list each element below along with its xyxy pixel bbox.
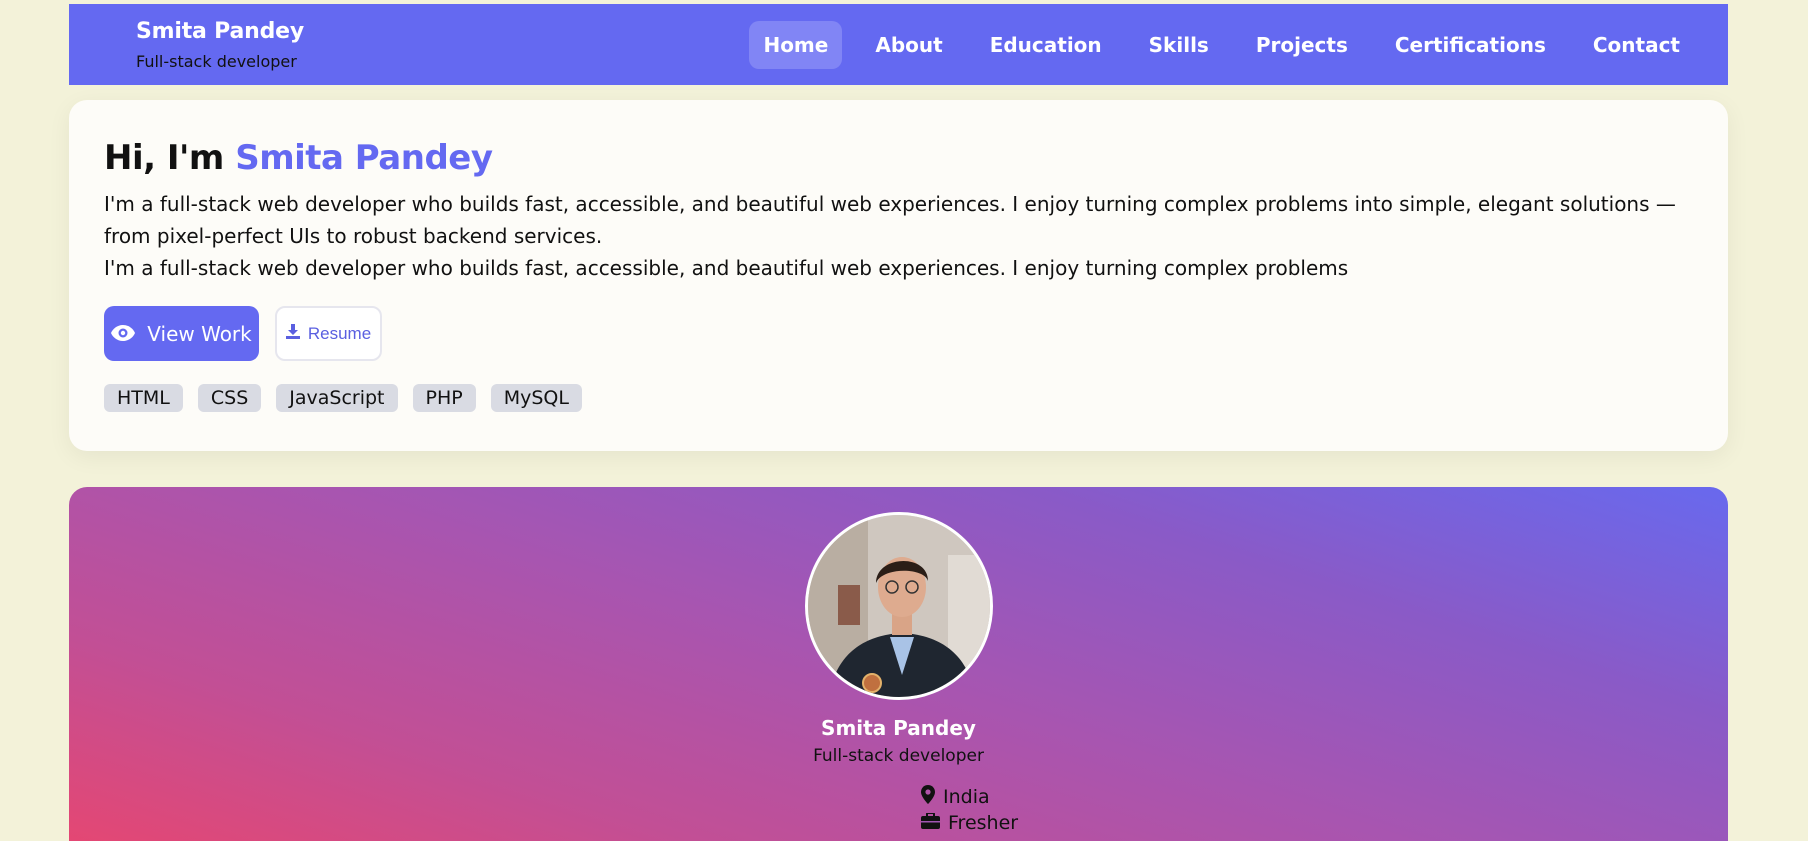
hero-heading: Hi, I'm Smita Pandey xyxy=(104,138,1693,178)
nav-projects[interactable]: Projects xyxy=(1242,21,1362,69)
top-navbar: Smita Pandey Full-stack developer Home A… xyxy=(69,4,1728,85)
skill-tags: HTML CSS JavaScript PHP MySQL xyxy=(104,384,1693,412)
profile-card: Smita Pandey Full-stack developer India … xyxy=(69,487,1728,841)
avatar xyxy=(805,512,993,700)
experience-text: Fresher xyxy=(948,812,1019,834)
hero-name: Smita Pandey xyxy=(235,138,493,178)
profile-name: Smita Pandey xyxy=(821,716,976,740)
view-work-button[interactable]: View Work xyxy=(104,306,259,361)
nav-skills[interactable]: Skills xyxy=(1135,21,1223,69)
map-pin-icon xyxy=(921,785,935,809)
brand[interactable]: Smita Pandey Full-stack developer xyxy=(136,19,304,71)
nav-education[interactable]: Education xyxy=(976,21,1116,69)
location-row: India xyxy=(921,785,990,809)
main-nav: Home About Education Skills Projects Cer… xyxy=(749,20,1694,69)
download-icon xyxy=(285,323,300,344)
nav-contact[interactable]: Contact xyxy=(1579,21,1694,69)
eye-icon xyxy=(111,322,136,346)
skill-tag: PHP xyxy=(412,384,476,412)
hero-card: Hi, I'm Smita Pandey I'm a full-stack we… xyxy=(69,100,1728,451)
hero-intro: I'm a full-stack web developer who build… xyxy=(104,192,1676,248)
briefcase-icon xyxy=(921,812,940,834)
brand-subtitle: Full-stack developer xyxy=(136,51,297,71)
hero-actions: View Work Resume xyxy=(104,306,1693,361)
location-text: India xyxy=(943,786,990,808)
skill-tag: HTML xyxy=(104,384,183,412)
resume-label: Resume xyxy=(307,323,372,343)
profile-role: Full-stack developer xyxy=(813,746,984,766)
hero-greeting: Hi, I'm xyxy=(104,138,224,178)
nav-about[interactable]: About xyxy=(861,21,956,69)
experience-row: Fresher xyxy=(921,812,1018,834)
hero-intro-repeat: I'm a full-stack web developer who build… xyxy=(104,256,1349,280)
nav-certifications[interactable]: Certifications xyxy=(1381,21,1560,69)
view-work-label: View Work xyxy=(147,321,252,346)
nav-home[interactable]: Home xyxy=(749,20,843,69)
resume-button[interactable]: Resume xyxy=(275,306,382,361)
skill-tag: MySQL xyxy=(490,384,582,412)
skill-tag: CSS xyxy=(197,384,262,412)
brand-name: Smita Pandey xyxy=(136,18,304,44)
skill-tag: JavaScript xyxy=(276,384,398,412)
